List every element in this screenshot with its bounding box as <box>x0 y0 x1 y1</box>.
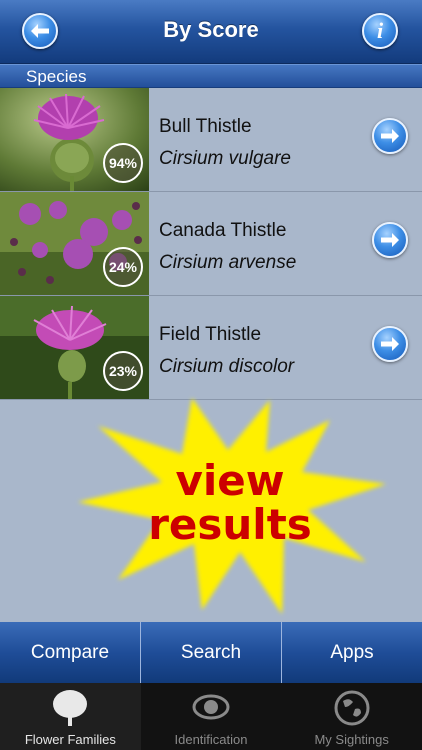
species-row[interactable]: 94% Bull Thistle Cirsium vulgare <box>0 88 422 192</box>
tab-my-sightings[interactable]: My Sightings <box>281 683 422 750</box>
tab-flower-families[interactable]: Flower Families <box>0 683 141 750</box>
forward-arrow-icon <box>381 337 399 351</box>
nav-bar: By Score i <box>0 0 422 64</box>
info-icon: i <box>376 18 384 43</box>
info-button[interactable]: i <box>362 13 398 49</box>
detail-arrow-button[interactable] <box>372 118 408 154</box>
common-name: Canada Thistle <box>159 220 287 241</box>
search-button[interactable]: Search <box>141 622 282 683</box>
match-score-badge: 94% <box>103 143 143 183</box>
latin-name: Cirsium arvense <box>159 252 297 273</box>
globe-icon <box>334 690 370 726</box>
tree-icon <box>53 690 88 726</box>
match-score-badge: 24% <box>103 247 143 287</box>
tab-label: My Sightings <box>314 732 389 747</box>
common-name: Bull Thistle <box>159 116 252 137</box>
detail-arrow-button[interactable] <box>372 222 408 258</box>
bottom-toolbar: Compare Search Apps <box>0 622 422 683</box>
section-header: Species <box>0 64 422 88</box>
promo-line-view: view <box>175 456 285 505</box>
common-name: Field Thistle <box>159 324 262 345</box>
detail-arrow-button[interactable] <box>372 326 408 362</box>
latin-name: Cirsium vulgare <box>159 148 291 169</box>
promo-line-results: results <box>148 500 312 549</box>
species-row[interactable]: 24% Canada Thistle Cirsium arvense <box>0 192 422 296</box>
tab-identification[interactable]: Identification <box>141 683 282 750</box>
tab-label: Identification <box>174 732 248 747</box>
tab-label: Flower Families <box>24 732 116 747</box>
eye-icon <box>192 694 230 720</box>
apps-button[interactable]: Apps <box>282 622 422 683</box>
page-title: By Score <box>163 17 259 42</box>
latin-name: Cirsium discolor <box>159 356 295 377</box>
match-score-badge: 23% <box>103 351 143 391</box>
species-row[interactable]: 23% Field Thistle Cirsium discolor <box>0 296 422 400</box>
compare-button[interactable]: Compare <box>0 622 141 683</box>
tab-bar: Flower Families Identification My Sighti… <box>0 683 422 750</box>
view-results-starburst[interactable]: view results <box>70 392 390 622</box>
forward-arrow-icon <box>381 233 399 247</box>
forward-arrow-icon <box>381 129 399 143</box>
